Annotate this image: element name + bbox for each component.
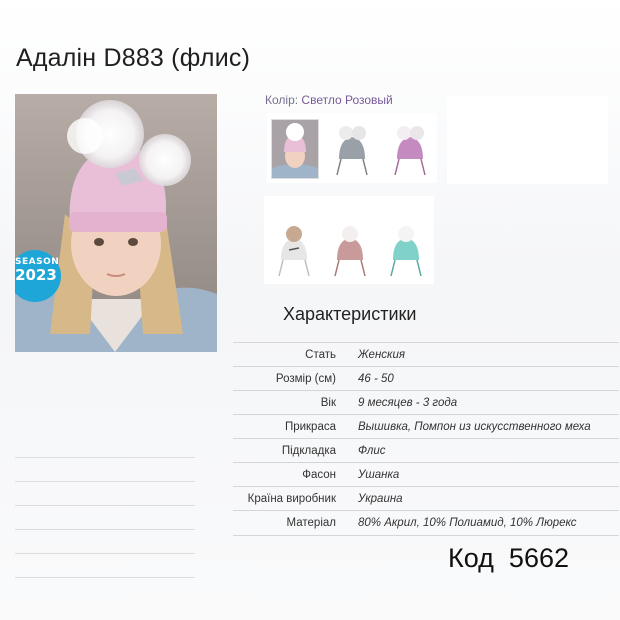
spec-row: Матеріал 80% Акрил, 10% Полиамид, 10% Лю… bbox=[233, 510, 619, 536]
season-badge-line2: 2023 bbox=[15, 266, 57, 284]
characteristics-heading: Характеристики bbox=[283, 304, 417, 324]
color-swatch-lilac[interactable] bbox=[387, 119, 433, 177]
child-in-hat-image bbox=[15, 94, 217, 352]
color-swatch-gray[interactable] bbox=[329, 119, 375, 177]
spec-row: Вік 9 месяцев - 3 года bbox=[233, 390, 619, 415]
spec-row: Країна виробник Украина bbox=[233, 486, 619, 511]
divider bbox=[15, 457, 195, 458]
spec-value: Украина bbox=[358, 493, 403, 505]
spec-key: Країна виробник bbox=[247, 493, 336, 505]
season-badge-text: SEASON 2023 bbox=[15, 257, 59, 284]
color-swatch-light-pink[interactable] bbox=[271, 119, 319, 179]
color-swatch-mint[interactable] bbox=[383, 220, 429, 278]
color-swatch-powder[interactable] bbox=[327, 220, 373, 278]
spec-key: Розмір (см) bbox=[275, 373, 336, 385]
spec-value: Ушанка bbox=[358, 469, 400, 481]
main-product-photo[interactable]: SEASON 2023 bbox=[15, 94, 217, 352]
divider bbox=[15, 553, 195, 554]
spec-value: Женския bbox=[358, 349, 405, 361]
swatch-image bbox=[327, 220, 373, 278]
spec-value: 80% Акрил, 10% Полиамид, 10% Люрекс bbox=[358, 517, 577, 529]
product-code: Код 5662 bbox=[448, 543, 569, 574]
white-patch bbox=[447, 96, 608, 184]
spec-value: 46 - 50 bbox=[358, 373, 394, 385]
swatch-image bbox=[272, 120, 318, 178]
color-label-value: Светло Розовый bbox=[301, 93, 393, 107]
divider bbox=[15, 577, 195, 578]
spec-value: Флис bbox=[358, 445, 386, 457]
spec-value: 9 месяцев - 3 года bbox=[358, 397, 458, 409]
divider bbox=[15, 481, 195, 482]
spec-key: Стать bbox=[305, 349, 336, 361]
spec-key: Підкладка bbox=[281, 445, 336, 457]
spec-key: Фасон bbox=[302, 469, 336, 481]
spec-row: Підкладка Флис bbox=[233, 438, 619, 463]
color-swatch-white[interactable] bbox=[271, 220, 317, 278]
divider bbox=[15, 529, 195, 530]
product-code-value: 5662 bbox=[508, 543, 569, 573]
spec-key: Вік bbox=[320, 397, 336, 409]
color-label: Колір: Светло Розовый bbox=[265, 93, 393, 107]
color-label-key: Колір: bbox=[265, 93, 299, 107]
spec-key: Матеріал bbox=[286, 517, 336, 529]
swatch-image bbox=[329, 119, 375, 177]
product-code-label: Код bbox=[448, 543, 494, 573]
swatch-image bbox=[387, 119, 433, 177]
product-title: Адалін D883 (флис) bbox=[16, 44, 251, 72]
spec-row: Фасон Ушанка bbox=[233, 462, 619, 487]
spec-value: Вышивка, Помпон из искусственного меха bbox=[358, 421, 591, 433]
swatch-image bbox=[271, 220, 317, 278]
spec-key: Прикраса bbox=[284, 421, 336, 433]
spec-row: Прикраса Вышивка, Помпон из искусственно… bbox=[233, 414, 619, 439]
swatch-image bbox=[383, 220, 429, 278]
spec-row: Розмір (см) 46 - 50 bbox=[233, 366, 619, 391]
divider bbox=[15, 505, 195, 506]
spec-row: Стать Женския bbox=[233, 342, 619, 367]
